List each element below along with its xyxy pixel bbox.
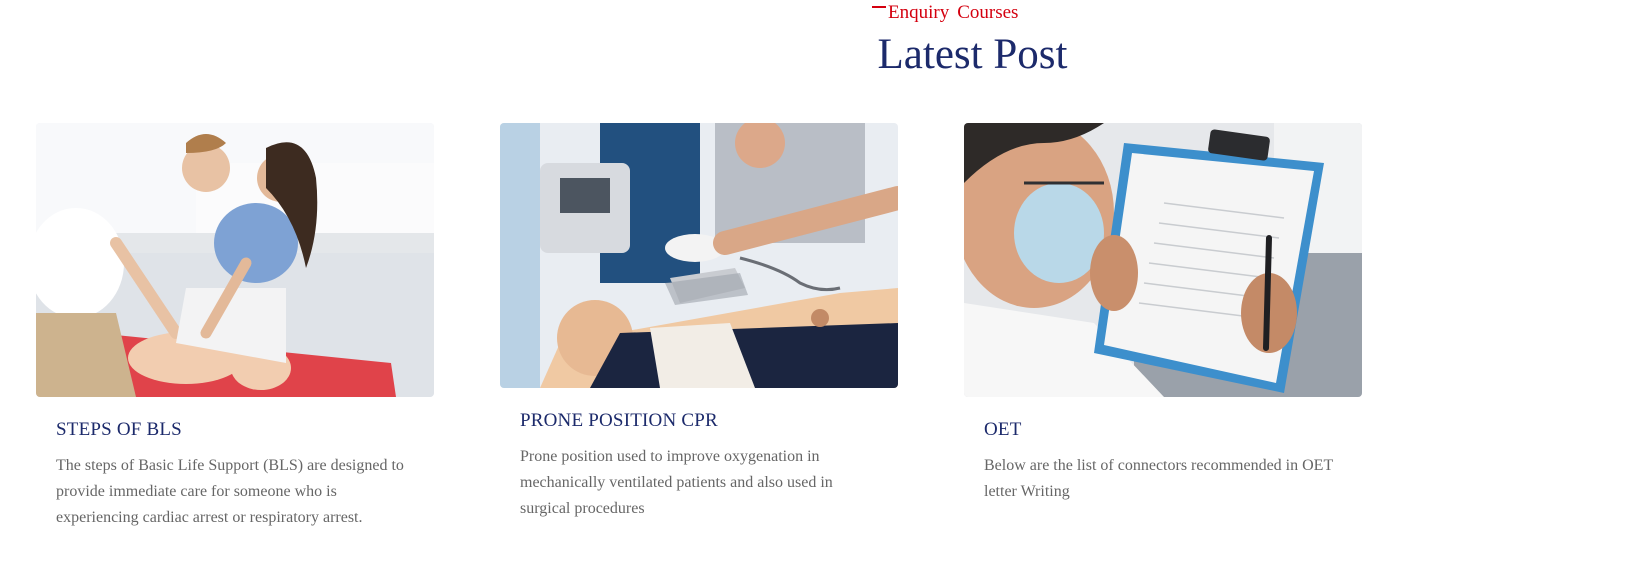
- courses-label[interactable]: Courses: [957, 2, 1018, 24]
- post-card-prone-cpr[interactable]: PRONE POSITION CPR Prone position used t…: [500, 123, 898, 522]
- latest-post-section: Enquiry Courses Latest Post STEPS OF BLS…: [0, 0, 1645, 582]
- enquiry-courses-link[interactable]: Enquiry Courses: [872, 2, 1018, 24]
- post-card-bls[interactable]: STEPS OF BLS The steps of Basic Life Sup…: [36, 123, 434, 531]
- enquiry-label[interactable]: Enquiry: [888, 2, 949, 24]
- dash-icon: [872, 6, 886, 8]
- post-image-prone-cpr[interactable]: [500, 123, 898, 388]
- section-title: Latest Post: [877, 31, 1068, 78]
- post-excerpt: Prone position used to improve oxygenati…: [520, 448, 833, 517]
- post-title[interactable]: OET: [984, 419, 1362, 441]
- post-excerpt: The steps of Basic Life Support (BLS) ar…: [56, 457, 404, 526]
- post-image-bls[interactable]: [36, 123, 434, 397]
- post-card-oet[interactable]: OET Below are the list of connectors rec…: [964, 123, 1362, 505]
- post-title[interactable]: PRONE POSITION CPR: [520, 410, 898, 432]
- post-image-oet[interactable]: [964, 123, 1362, 397]
- post-title[interactable]: STEPS OF BLS: [56, 419, 434, 441]
- post-excerpt: Below are the list of connectors recomme…: [984, 457, 1333, 500]
